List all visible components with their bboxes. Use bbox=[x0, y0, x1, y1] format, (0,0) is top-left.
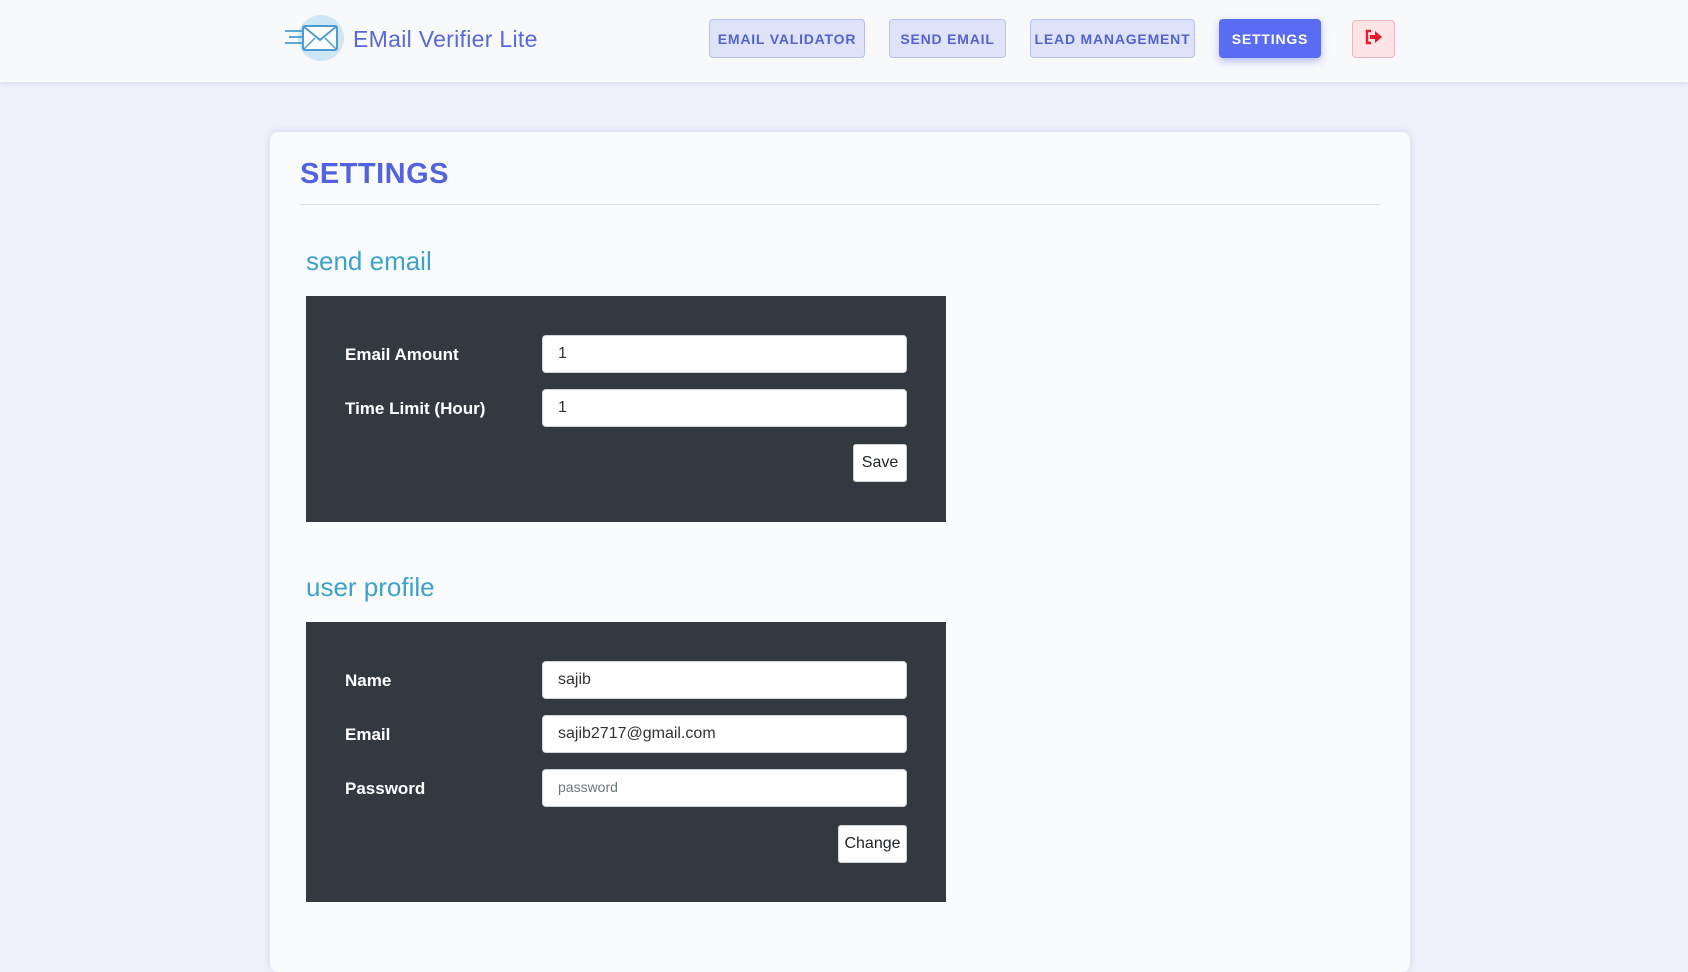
password-input[interactable] bbox=[542, 769, 907, 807]
send-email-panel: Email Amount Time Limit (Hour) Save bbox=[306, 296, 946, 522]
time-limit-input[interactable] bbox=[542, 389, 907, 427]
email-input[interactable] bbox=[542, 715, 907, 753]
top-navbar: EMail Verifier Lite EMAIL VALIDATOR SEND… bbox=[0, 0, 1688, 82]
email-label: Email bbox=[345, 725, 391, 744]
logout-button[interactable] bbox=[1352, 20, 1395, 58]
name-input[interactable] bbox=[542, 661, 907, 699]
name-label: Name bbox=[345, 671, 392, 690]
page-title: SETTINGS bbox=[300, 158, 450, 190]
email-amount-label: Email Amount bbox=[345, 345, 459, 364]
settings-card: SETTINGS send email Email Amount Time Li… bbox=[270, 132, 1410, 972]
password-label: Password bbox=[345, 779, 426, 798]
envelope-icon bbox=[283, 14, 345, 64]
user-profile-section-title: user profile bbox=[306, 572, 435, 602]
nav-send-email[interactable]: SEND EMAIL bbox=[889, 19, 1006, 58]
user-profile-panel: Name Email Password Change bbox=[306, 622, 946, 902]
sign-out-icon bbox=[1365, 29, 1383, 50]
email-amount-input[interactable] bbox=[542, 335, 907, 373]
change-button[interactable]: Change bbox=[838, 825, 907, 863]
title-divider bbox=[300, 204, 1380, 205]
nav-email-validator[interactable]: EMAIL VALIDATOR bbox=[709, 19, 865, 58]
time-limit-label: Time Limit (Hour) bbox=[345, 399, 486, 418]
nav-lead-management[interactable]: LEAD MANAGEMENT bbox=[1030, 19, 1195, 58]
send-email-section-title: send email bbox=[306, 246, 432, 276]
save-button[interactable]: Save bbox=[853, 444, 907, 482]
app-logo[interactable]: EMail Verifier Lite bbox=[283, 14, 538, 64]
nav-settings[interactable]: SETTINGS bbox=[1219, 19, 1321, 58]
app-name: EMail Verifier Lite bbox=[353, 25, 538, 52]
